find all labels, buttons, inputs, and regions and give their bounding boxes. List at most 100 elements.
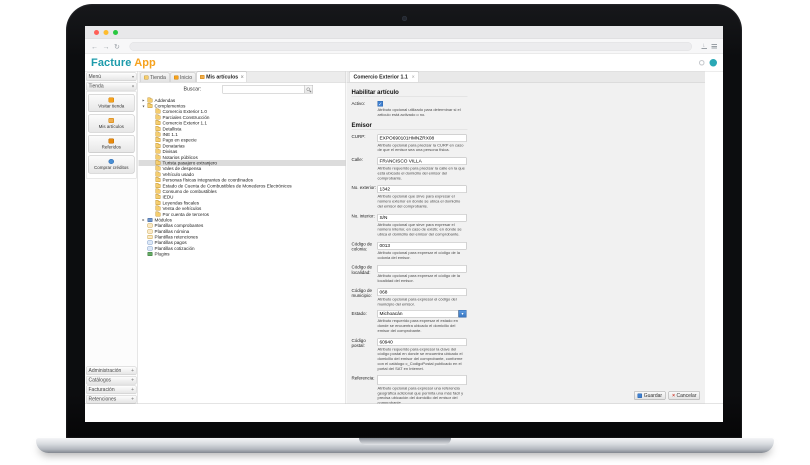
tab-tienda[interactable]: Tienda <box>141 73 170 83</box>
reload-icon[interactable]: ↻ <box>114 43 120 50</box>
codigo-localidad-field[interactable] <box>378 265 467 273</box>
form-row-activo: Activo: Atributo opcional utilizado para… <box>352 100 706 120</box>
store-panel: Visitar tienda Mis artículos Referidos <box>86 92 137 179</box>
activo-checkbox[interactable] <box>378 101 384 107</box>
url-bar[interactable] <box>129 42 692 51</box>
left-sidebar: Menú Tienda Visitar tienda <box>85 72 138 404</box>
articles-icon <box>109 118 115 123</box>
field-help: Atributo opcional para expresar el códig… <box>378 250 467 260</box>
credits-icon <box>109 159 115 164</box>
form-row-no-exterior: No. exterior: Atributo opcional que sirv… <box>352 184 706 211</box>
settings-icon[interactable] <box>699 60 705 66</box>
browser-titlebar <box>85 26 723 39</box>
template-icon <box>148 235 153 239</box>
button-label: Visitar tienda <box>98 104 124 109</box>
codigo-colonia-field[interactable] <box>378 242 467 250</box>
search-button[interactable] <box>304 85 313 94</box>
close-window-icon[interactable] <box>94 30 99 35</box>
referrals-button[interactable]: Referidos <box>88 135 135 153</box>
search-label: Buscar: <box>184 86 202 92</box>
field-label: Referencia: <box>352 375 378 404</box>
tree-item-label: Módulos <box>155 217 172 222</box>
my-articles-button[interactable]: Mis artículos <box>88 115 135 133</box>
tab-label: Mis artículos <box>206 74 238 80</box>
browser-menu-icon[interactable] <box>712 44 718 49</box>
folder-icon <box>156 161 161 165</box>
field-help: Atributo requerido para expresar el esta… <box>378 319 467 334</box>
search-input[interactable] <box>222 85 304 94</box>
folder-icon <box>156 150 161 154</box>
field-help: Atributo opcional que sirve para expresa… <box>378 194 467 209</box>
form-footer: Guardar × Cancelar <box>634 391 700 400</box>
field-help: Atributo opcional que sirve para expresa… <box>378 222 467 237</box>
field-label: CURP: <box>352 133 378 155</box>
curp-field[interactable] <box>378 134 467 142</box>
laptop-notch <box>359 438 451 445</box>
estado-select[interactable]: Michoacán ▾ <box>378 310 467 318</box>
minimize-window-icon[interactable] <box>104 30 109 35</box>
tab-comercio-exterior[interactable]: Comercio Exterior 1.1 × <box>349 72 419 83</box>
tree-item-label: Plantillas pagos <box>155 240 187 245</box>
tab-inicio[interactable]: Inicio <box>170 73 195 83</box>
tree-item-label: Parciales Construcción <box>163 115 210 120</box>
catalog-tree: Addendas Complementos Comercio Exterior … <box>139 96 346 257</box>
tree-item-label: Personas físicas integrantes de coordina… <box>163 178 253 183</box>
section-label: Catálogos <box>89 378 112 384</box>
field-label: No. exterior: <box>352 184 378 211</box>
folder-icon <box>156 121 161 125</box>
tab-mis-articulos[interactable]: Mis artículos × <box>197 72 248 83</box>
back-icon[interactable]: ← <box>91 43 98 50</box>
folder-icon <box>156 127 161 131</box>
sidebar-header-menu-label: Menú <box>89 74 102 80</box>
field-label: Código de colonia: <box>352 240 378 262</box>
calle-field[interactable] <box>378 158 467 166</box>
folder-icon <box>156 189 161 193</box>
codigo-postal-field[interactable] <box>378 338 467 346</box>
folder-icon <box>156 155 161 159</box>
folder-icon <box>156 184 161 188</box>
referencia-field[interactable] <box>378 375 467 385</box>
forward-icon[interactable]: → <box>103 43 110 50</box>
download-icon[interactable] <box>702 44 708 49</box>
button-label: Mis artículos <box>99 124 124 129</box>
folder-icon <box>148 104 153 108</box>
folder-icon <box>156 110 161 114</box>
sidebar-header-tienda[interactable]: Tienda <box>86 82 137 91</box>
no-exterior-field[interactable] <box>378 186 467 194</box>
buy-credits-button[interactable]: Comprar créditos <box>88 156 135 174</box>
folder-icon <box>156 138 161 142</box>
chevron-down-icon[interactable]: ▾ <box>459 310 467 318</box>
close-icon[interactable]: × <box>412 74 415 80</box>
tree-item[interactable]: Plugins <box>139 251 346 257</box>
tree-item-label: Vehículo usado <box>163 172 194 177</box>
folder-icon <box>148 98 153 102</box>
tree-item-label: Venta de vehículos <box>163 206 202 211</box>
close-icon[interactable]: × <box>241 74 244 80</box>
tree-item-label: Divisas <box>163 149 178 154</box>
sidebar-section-retenciones[interactable]: Retenciones + <box>86 395 137 404</box>
field-help: Atributo opcional para expresar el códig… <box>378 274 467 284</box>
sidebar-section-facturacion[interactable]: Facturación + <box>86 386 137 395</box>
folder-icon <box>156 172 161 176</box>
tab-label: Tienda <box>150 75 166 81</box>
section-label: Facturación <box>89 387 115 393</box>
laptop-mockup: ← → ↻ Facture App <box>0 0 810 465</box>
folder-icon <box>156 212 161 216</box>
visit-store-button[interactable]: Visitar tienda <box>88 94 135 112</box>
form-row-codigo-colonia: Código de colonia: Atributo opcional par… <box>352 240 706 262</box>
tree-item-label: Turista pasajero extranjero <box>163 160 217 165</box>
codigo-municipio-field[interactable] <box>378 288 467 296</box>
tree-item-label: Plantillas comprobantes <box>155 223 204 228</box>
tree-item-label: Detallista <box>163 126 182 131</box>
sidebar-section-catalogos[interactable]: Catálogos + <box>86 376 137 385</box>
detail-tabbar: Comercio Exterior 1.1 × <box>347 72 706 83</box>
cancel-button[interactable]: × Cancelar <box>669 391 700 400</box>
save-button[interactable]: Guardar <box>634 391 665 400</box>
maximize-window-icon[interactable] <box>113 30 118 35</box>
sidebar-header-menu[interactable]: Menú <box>86 73 137 82</box>
no-interior-field[interactable] <box>378 214 467 222</box>
sidebar-section-administracion[interactable]: Administración + <box>86 367 137 376</box>
tree-item-label: Comercio Exterior 1.0 <box>163 109 207 114</box>
search-row: Buscar: <box>139 83 346 96</box>
support-avatar[interactable] <box>710 59 718 67</box>
